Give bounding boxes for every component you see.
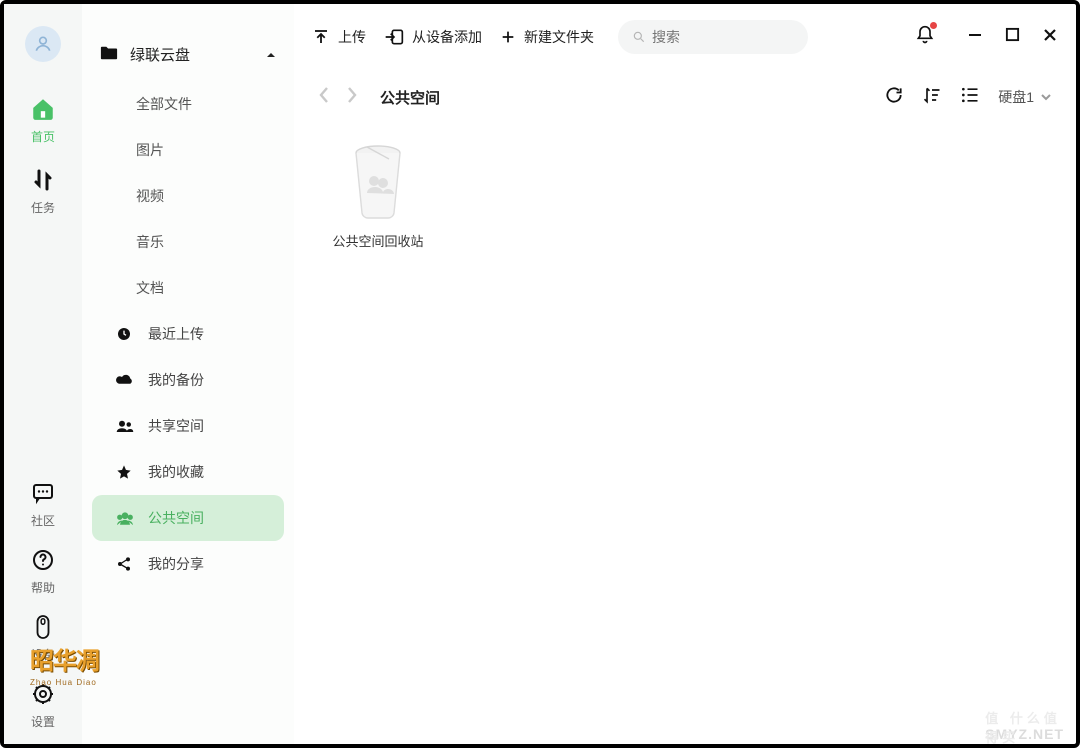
sidebar-item-recent[interactable]: 最近上传 bbox=[92, 311, 284, 357]
avatar[interactable] bbox=[25, 26, 61, 62]
file-name: 公共空间回收站 bbox=[323, 232, 433, 252]
rail-device[interactable]: 设备 bbox=[13, 612, 73, 663]
rail-tasks-label: 任务 bbox=[31, 199, 55, 216]
nav-back-button[interactable] bbox=[318, 86, 330, 109]
search-input[interactable] bbox=[652, 29, 794, 45]
sort-icon bbox=[922, 85, 942, 105]
search-icon bbox=[632, 29, 646, 45]
chevron-down-icon bbox=[1040, 92, 1052, 102]
sidebar-item-shared[interactable]: 共享空间 bbox=[92, 403, 284, 449]
file-item-recycle[interactable]: 公共空间回收站 bbox=[318, 142, 438, 252]
star-icon bbox=[116, 464, 138, 480]
rail-help-label: 帮助 bbox=[31, 579, 55, 596]
sidebar-item-public[interactable]: 公共空间 bbox=[92, 495, 284, 541]
search-box[interactable] bbox=[618, 20, 808, 54]
rail-community-label: 社区 bbox=[31, 512, 55, 529]
chat-icon bbox=[31, 478, 55, 508]
gear-icon bbox=[31, 679, 55, 709]
folder-icon bbox=[100, 45, 118, 65]
upload-icon bbox=[312, 28, 330, 46]
upload-button[interactable]: 上传 bbox=[312, 27, 366, 47]
recycle-bin-icon bbox=[343, 142, 413, 222]
rail-help[interactable]: 帮助 bbox=[13, 545, 73, 596]
share-icon bbox=[116, 556, 138, 572]
nav-rail: 首页 任务 社区 帮助 设备 设置 bbox=[4, 4, 82, 744]
sidebar-item-videos[interactable]: 视频 bbox=[92, 173, 284, 219]
breadcrumb-title: 公共空间 bbox=[380, 87, 440, 108]
sidebar-item-all-files[interactable]: 全部文件 bbox=[92, 81, 284, 127]
rail-tasks[interactable]: 任务 bbox=[13, 165, 73, 216]
help-icon bbox=[31, 545, 55, 575]
maximize-icon bbox=[1005, 27, 1020, 42]
clock-icon bbox=[116, 326, 138, 342]
window-maximize-button[interactable] bbox=[1005, 27, 1020, 47]
sidebar-item-docs[interactable]: 文档 bbox=[92, 265, 284, 311]
disk-label: 硬盘1 bbox=[998, 87, 1034, 107]
user-icon bbox=[33, 34, 53, 54]
chevron-right-icon bbox=[346, 86, 358, 104]
sidebar-item-music[interactable]: 音乐 bbox=[92, 219, 284, 265]
sidebar-item-myshare[interactable]: 我的分享 bbox=[92, 541, 284, 587]
caret-up-icon bbox=[266, 46, 276, 63]
disk-selector[interactable]: 硬盘1 bbox=[998, 87, 1052, 107]
titlebar: 上传 从设备添加 新建文件夹 bbox=[294, 4, 1076, 70]
drive-name: 绿联云盘 bbox=[130, 44, 190, 65]
minimize-icon bbox=[967, 27, 983, 43]
home-icon bbox=[30, 94, 56, 124]
rail-device-label: 设备 bbox=[31, 646, 55, 663]
drive-header[interactable]: 绿联云盘 bbox=[82, 34, 294, 81]
refresh-button[interactable] bbox=[884, 85, 904, 110]
import-icon bbox=[384, 28, 404, 46]
rail-settings[interactable]: 设置 bbox=[13, 679, 73, 730]
nav-forward-button[interactable] bbox=[346, 86, 358, 109]
window-minimize-button[interactable] bbox=[967, 27, 983, 48]
main-area: 上传 从设备添加 新建文件夹 bbox=[294, 4, 1076, 744]
plus-icon bbox=[500, 29, 516, 45]
rail-settings-label: 设置 bbox=[31, 713, 55, 730]
file-grid: 公共空间回收站 bbox=[294, 124, 1076, 744]
list-icon bbox=[960, 85, 980, 105]
group-icon bbox=[116, 510, 138, 526]
notification-dot bbox=[930, 22, 937, 29]
refresh-icon bbox=[884, 85, 904, 105]
add-from-device-button[interactable]: 从设备添加 bbox=[384, 27, 482, 47]
sort-button[interactable] bbox=[922, 85, 942, 110]
notifications-button[interactable] bbox=[915, 24, 935, 51]
sidebar-item-images[interactable]: 图片 bbox=[92, 127, 284, 173]
sidebar: 绿联云盘 全部文件 图片 视频 音乐 文档 最近上传 我的备份 共享空间 我的收… bbox=[82, 4, 294, 744]
window-close-button[interactable] bbox=[1042, 27, 1058, 48]
sidebar-item-backup[interactable]: 我的备份 bbox=[92, 357, 284, 403]
close-icon bbox=[1042, 27, 1058, 43]
breadcrumb-bar: 公共空间 硬盘1 bbox=[294, 70, 1076, 124]
device-icon bbox=[32, 612, 54, 642]
rail-home[interactable]: 首页 bbox=[13, 94, 73, 145]
chevron-left-icon bbox=[318, 86, 330, 104]
cloud-icon bbox=[116, 373, 138, 387]
transfer-icon bbox=[31, 165, 55, 195]
view-toggle-button[interactable] bbox=[960, 85, 980, 110]
users-icon bbox=[116, 419, 138, 433]
sidebar-item-favorites[interactable]: 我的收藏 bbox=[92, 449, 284, 495]
rail-community[interactable]: 社区 bbox=[13, 478, 73, 529]
new-folder-button[interactable]: 新建文件夹 bbox=[500, 27, 594, 47]
rail-home-label: 首页 bbox=[31, 128, 55, 145]
